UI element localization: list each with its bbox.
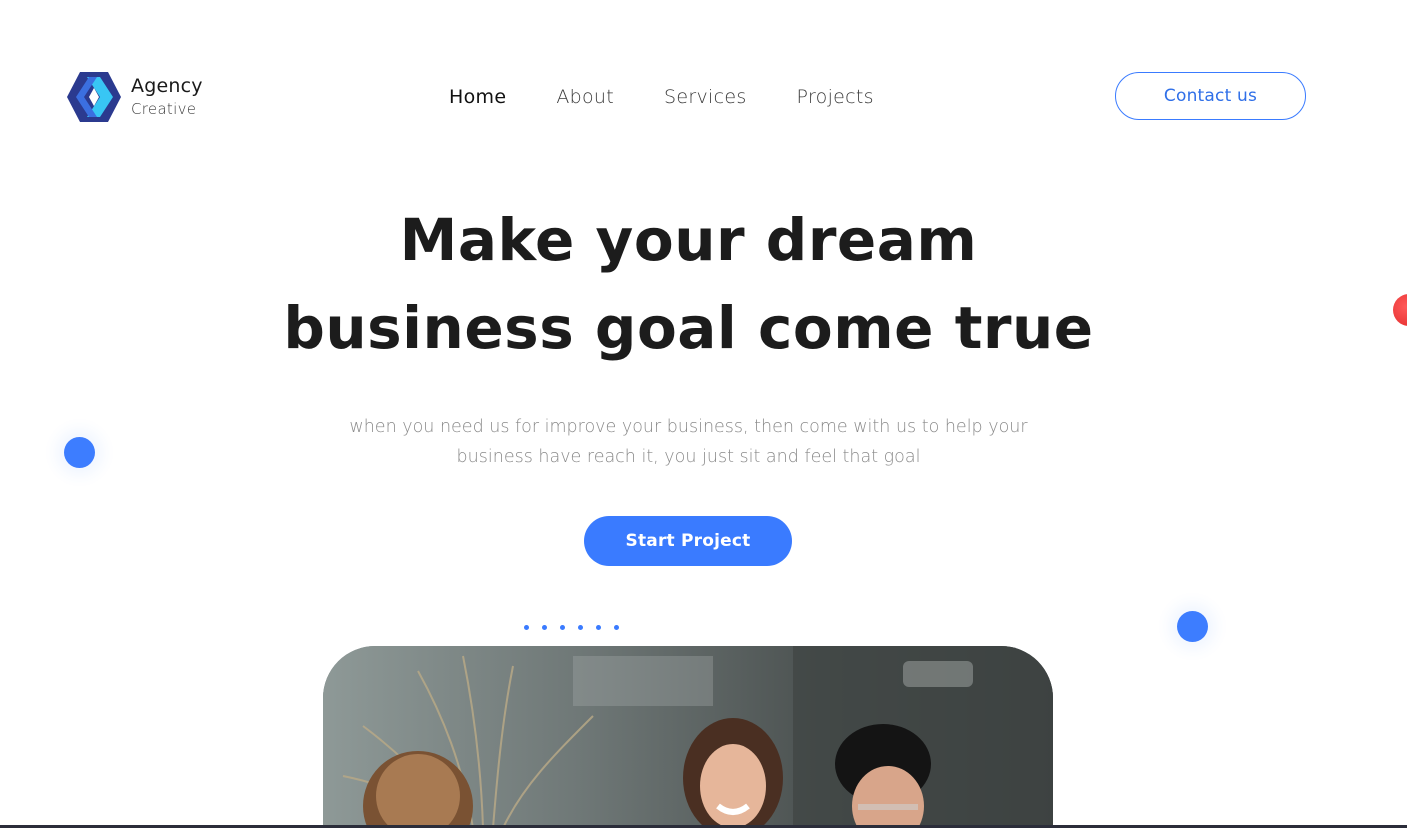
start-project-button[interactable]: Start Project — [584, 516, 792, 566]
hero-title: Make your dream business goal come true — [0, 196, 1377, 372]
decor-dot — [596, 625, 601, 630]
nav-item-about[interactable]: About — [556, 84, 614, 110]
contact-us-button[interactable]: Contact us — [1115, 72, 1306, 120]
hero-title-line-2: business goal come true — [283, 294, 1094, 362]
decor-dot — [614, 625, 619, 630]
decor-dot-row — [524, 625, 619, 630]
brand-logo[interactable]: Agency Creative — [67, 71, 203, 123]
hero-title-line-1: Make your dream — [399, 206, 978, 274]
brand-subtitle: Creative — [131, 100, 197, 118]
decor-dot — [524, 625, 529, 630]
decor-red-circle — [1393, 294, 1407, 326]
decor-dot — [578, 625, 583, 630]
team-meeting-photo — [323, 646, 1053, 828]
nav-item-services[interactable]: Services — [664, 84, 747, 110]
decor-blue-circle-right — [1177, 611, 1208, 642]
hero-description: when you need us for improve your busine… — [349, 417, 1028, 467]
decor-blue-circle-left — [64, 437, 95, 468]
nav-item-home[interactable]: Home — [449, 84, 506, 110]
hexagon-chevron-logo-icon — [67, 72, 121, 122]
decor-dot — [542, 625, 547, 630]
decor-dot — [560, 625, 565, 630]
brand-text: Agency Creative — [131, 77, 203, 117]
main-nav: Home About Services Projects — [449, 84, 874, 110]
nav-item-projects[interactable]: Projects — [797, 84, 874, 110]
brand-title: Agency — [131, 75, 203, 97]
team-meeting-photo-illustration — [323, 646, 1053, 828]
landing-page: Agency Creative Home About Services Proj… — [0, 0, 1407, 828]
